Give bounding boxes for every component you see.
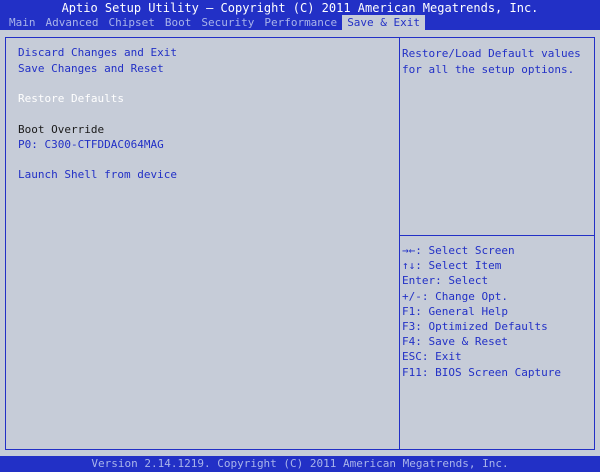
key-general-help: F1: General Help [402,304,508,318]
key-esc-exit: ESC: Exit [402,350,462,364]
panel-divider-vertical [399,37,400,449]
discard-changes-exit-option[interactable]: Discard Changes and Exit [18,46,177,60]
tab-chipset[interactable]: Chipset [103,15,159,30]
boot-override-heading: Boot Override [18,123,105,136]
bios-title: Aptio Setup Utility – Copyright (C) 2011… [61,1,539,15]
save-changes-reset-option[interactable]: Save Changes and Reset [18,62,164,76]
tab-advanced[interactable]: Advanced [41,15,104,30]
key-select-item: ↑↓: Select Item [402,259,502,273]
key-save-reset: F4: Save & Reset [402,335,508,349]
key-optimized-defaults: F3: Optimized Defaults [402,319,548,333]
tab-security[interactable]: Security [196,15,259,30]
key-enter-select: Enter: Select [402,274,489,288]
key-screen-capture: F11: BIOS Screen Capture [402,365,561,379]
tab-main[interactable]: Main [4,15,41,30]
launch-shell-option[interactable]: Launch Shell from device [18,168,177,182]
tab-boot[interactable]: Boot [160,15,197,30]
tab-save-exit[interactable]: Save & Exit [342,15,426,30]
restore-defaults-option[interactable]: Restore Defaults [18,92,124,106]
key-legend: →←: Select Screen ↑↓: Select Item Enter:… [402,243,561,380]
title-bar: Aptio Setup Utility – Copyright (C) 2011… [0,0,600,30]
tab-performance[interactable]: Performance [259,15,342,30]
version-footer: Version 2.14.1219. Copyright (C) 2011 Am… [0,456,600,472]
main-menu: Main Advanced Chipset Boot Security Perf… [4,15,426,30]
help-text: Restore/Load Default values for all the … [402,47,581,76]
key-change-opt: +/-: Change Opt. [402,289,508,303]
panel-divider-horizontal [400,235,594,236]
key-select-screen: →←: Select Screen [402,244,515,257]
boot-device-option[interactable]: P0: C300-CTFDDAC064MAG [18,138,164,152]
